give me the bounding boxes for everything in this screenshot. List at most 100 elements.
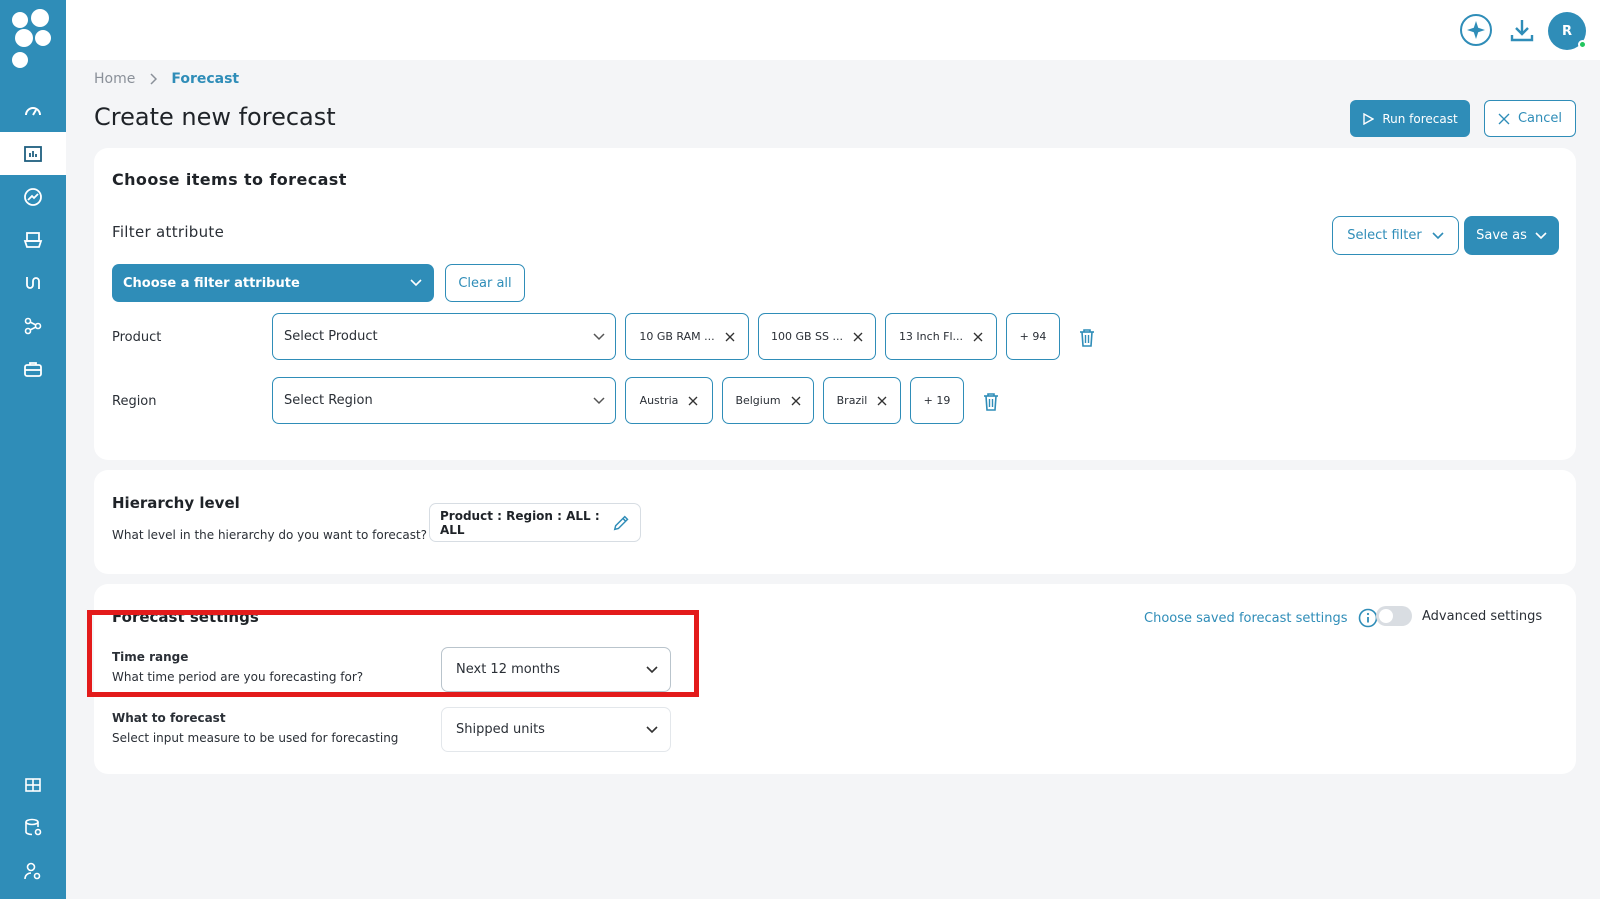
nav-supply[interactable] bbox=[0, 218, 66, 261]
save-as-button[interactable]: Save as bbox=[1464, 216, 1559, 255]
ai-assistant-button[interactable] bbox=[1458, 12, 1494, 48]
chevron-down-icon bbox=[646, 725, 658, 733]
nav-data-settings[interactable] bbox=[0, 806, 66, 849]
trend-circle-icon bbox=[24, 187, 42, 206]
select-region-dropdown[interactable]: Select Region bbox=[272, 377, 616, 424]
close-icon[interactable] bbox=[877, 396, 887, 406]
network-icon bbox=[24, 317, 42, 334]
gauge-icon bbox=[25, 106, 41, 116]
select-product-placeholder: Select Product bbox=[284, 329, 378, 344]
save-as-label: Save as bbox=[1476, 228, 1527, 243]
product-chip[interactable]: 13 Inch Fl... bbox=[885, 313, 997, 360]
chevron-down-icon bbox=[593, 332, 605, 340]
briefcase-icon bbox=[24, 361, 42, 377]
product-more-chip[interactable]: + 94 bbox=[1006, 313, 1060, 360]
sparkle-icon bbox=[1460, 14, 1492, 46]
pencil-icon[interactable] bbox=[612, 513, 630, 533]
delete-product-filter-button[interactable] bbox=[1077, 326, 1097, 348]
database-gear-icon bbox=[25, 818, 42, 835]
clear-all-button[interactable]: Clear all bbox=[445, 264, 525, 302]
hierarchy-title: Hierarchy level bbox=[112, 494, 240, 512]
choose-items-card: Choose items to forecast Filter attribut… bbox=[94, 148, 1576, 460]
product-label: Product bbox=[112, 330, 162, 345]
region-chip-label: Belgium bbox=[735, 394, 781, 407]
choose-filter-attribute-dropdown[interactable]: Choose a filter attribute bbox=[112, 264, 434, 302]
sidebar bbox=[0, 0, 66, 899]
product-chip-label: 100 GB SS ... bbox=[770, 330, 843, 343]
breadcrumb: Home Forecast bbox=[94, 71, 239, 87]
run-forecast-label: Run forecast bbox=[1382, 111, 1458, 126]
hierarchy-level-selector[interactable]: Product : Region : ALL : ALL bbox=[429, 503, 641, 542]
advanced-settings-toggle[interactable] bbox=[1376, 606, 1412, 626]
region-label: Region bbox=[112, 394, 157, 409]
breadcrumb-current: Forecast bbox=[171, 71, 240, 87]
nav-user-settings[interactable] bbox=[0, 849, 66, 892]
grid-icon bbox=[25, 777, 41, 792]
product-chip-label: 13 Inch Fl... bbox=[898, 330, 964, 343]
product-chip[interactable]: 100 GB SS ... bbox=[758, 313, 876, 360]
cancel-button[interactable]: Cancel bbox=[1484, 100, 1576, 137]
nav-portfolio[interactable] bbox=[0, 347, 66, 390]
trash-icon bbox=[1080, 328, 1094, 347]
chevron-down-icon bbox=[1535, 231, 1547, 239]
close-icon[interactable] bbox=[853, 332, 863, 342]
bar-chart-icon bbox=[24, 145, 42, 162]
close-icon bbox=[1498, 113, 1510, 124]
page-title: Create new forecast bbox=[94, 103, 336, 131]
product-chip[interactable]: 10 GB RAM ... bbox=[625, 313, 749, 360]
nav-forecast[interactable] bbox=[0, 132, 66, 175]
hierarchy-level-value: Product : Region : ALL : ALL bbox=[440, 508, 600, 537]
region-chip[interactable]: Brazil bbox=[823, 377, 901, 424]
chevron-down-icon bbox=[410, 279, 422, 287]
close-icon[interactable] bbox=[688, 396, 698, 406]
region-chip[interactable]: Austria bbox=[625, 377, 713, 424]
user-gear-icon bbox=[24, 862, 41, 879]
trash-icon bbox=[984, 392, 998, 411]
region-chip-label: Austria bbox=[639, 394, 679, 407]
hierarchy-question: What level in the hierarchy do you want … bbox=[112, 528, 428, 542]
region-more-chip[interactable]: + 19 bbox=[910, 377, 964, 424]
play-icon bbox=[1363, 112, 1375, 125]
region-chip-label: Brazil bbox=[836, 394, 868, 407]
download-button[interactable] bbox=[1504, 12, 1540, 48]
close-icon[interactable] bbox=[725, 332, 735, 342]
chevron-right-icon bbox=[150, 73, 158, 85]
top-bar bbox=[66, 0, 1600, 60]
delete-region-filter-button[interactable] bbox=[981, 390, 1001, 412]
breadcrumb-home[interactable]: Home bbox=[94, 71, 135, 87]
select-region-placeholder: Select Region bbox=[284, 393, 373, 408]
route-icon bbox=[26, 276, 40, 289]
choose-saved-settings-link[interactable]: Choose saved forecast settings bbox=[1144, 608, 1378, 628]
nav-routes[interactable] bbox=[0, 261, 66, 304]
ship-icon bbox=[23, 231, 43, 248]
select-product-dropdown[interactable]: Select Product bbox=[272, 313, 616, 360]
filter-attribute-label: Filter attribute bbox=[112, 223, 225, 241]
chevron-down-icon bbox=[593, 396, 605, 404]
advanced-settings-label: Advanced settings bbox=[1422, 609, 1543, 624]
what-to-forecast-dropdown[interactable]: Shipped units bbox=[441, 707, 671, 752]
what-to-forecast-label: What to forecast bbox=[112, 711, 226, 725]
choose-filter-attribute-label: Choose a filter attribute bbox=[123, 275, 300, 291]
select-filter-label: Select filter bbox=[1347, 228, 1422, 243]
close-icon[interactable] bbox=[973, 332, 983, 342]
nav-dashboard[interactable] bbox=[0, 89, 66, 132]
select-filter-dropdown[interactable]: Select filter bbox=[1332, 216, 1459, 255]
nav-reports[interactable] bbox=[0, 763, 66, 806]
run-forecast-button[interactable]: Run forecast bbox=[1350, 100, 1470, 137]
app-logo-icon[interactable] bbox=[10, 8, 56, 70]
highlight-box bbox=[87, 610, 699, 697]
nav-network[interactable] bbox=[0, 304, 66, 347]
info-icon[interactable] bbox=[1358, 608, 1378, 628]
nav-trends[interactable] bbox=[0, 175, 66, 218]
online-status-dot bbox=[1578, 40, 1587, 49]
choose-items-title: Choose items to forecast bbox=[112, 170, 347, 189]
region-chip[interactable]: Belgium bbox=[722, 377, 814, 424]
what-to-forecast-value: Shipped units bbox=[456, 722, 545, 737]
choose-saved-settings-label: Choose saved forecast settings bbox=[1144, 610, 1348, 626]
hierarchy-card: Hierarchy level What level in the hierar… bbox=[94, 470, 1576, 574]
product-chip-label: 10 GB RAM ... bbox=[639, 330, 715, 343]
cancel-label: Cancel bbox=[1517, 111, 1563, 126]
download-icon bbox=[1510, 20, 1534, 42]
close-icon[interactable] bbox=[791, 396, 801, 406]
what-to-forecast-desc: Select input measure to be used for fore… bbox=[112, 731, 399, 745]
